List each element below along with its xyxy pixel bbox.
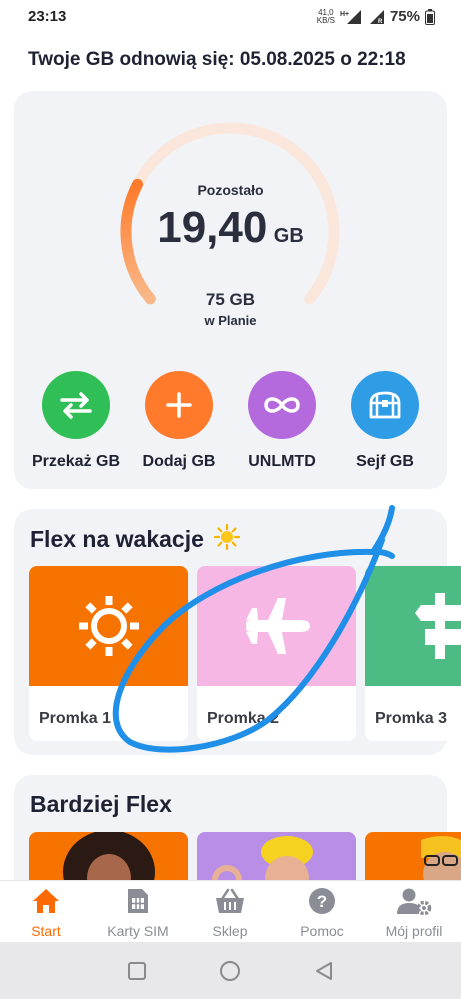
nav-start-label: Start <box>31 923 61 939</box>
network-speed-unit: KB/S <box>316 15 335 25</box>
gb-safe-label: Sejf GB <box>356 453 414 470</box>
nav-shop-label: Sklep <box>212 923 248 939</box>
network-speed: 41,0 KB/S <box>316 8 335 25</box>
nav-my-profile[interactable]: Mój profil <box>368 887 460 939</box>
nav-my-profile-label: Mój profil <box>385 923 443 939</box>
nav-start[interactable]: Start <box>0 887 92 939</box>
nav-shop[interactable]: Sklep <box>184 887 276 939</box>
plan-value: 75 GB <box>205 290 256 309</box>
bottom-navigation: Start Karty SIM Sklep ? Pomoc Mój profil <box>0 880 461 943</box>
plan-label: w Planie <box>204 313 257 328</box>
flex-vacation-title: Flex na wakacje <box>30 523 241 553</box>
promo-1-label: Promka 1 <box>39 710 112 727</box>
user-settings-icon <box>397 888 432 916</box>
add-gb-label: Dodaj GB <box>142 453 216 470</box>
transfer-gb-button[interactable]: Przekaż GB <box>21 371 131 471</box>
sim-card-icon <box>128 889 148 913</box>
transfer-arrows-icon <box>60 392 92 419</box>
nav-help[interactable]: ? Pomoc <box>276 887 368 939</box>
signal-h-plus-icon: H+ <box>340 9 361 24</box>
basket-icon <box>216 888 244 913</box>
status-bar: 23:13 41,0 KB/S H+ R 75% <box>0 0 461 34</box>
unlmtd-circle <box>248 371 316 439</box>
sun-emoji-icon <box>214 523 241 551</box>
remaining-label: Pozostało <box>197 182 264 198</box>
infinity-icon <box>264 397 300 413</box>
plus-icon <box>166 392 192 418</box>
gb-safe-circle <box>351 371 419 439</box>
unlmtd-button[interactable]: UNLMTD <box>227 371 337 471</box>
unlmtd-label: UNLMTD <box>248 453 316 470</box>
flex-vacation-title-text: Flex na wakacje <box>30 526 204 552</box>
system-nav-bar <box>0 942 461 999</box>
promo-3-image <box>365 566 461 686</box>
promo-card-1[interactable]: Promka 1 <box>29 566 188 741</box>
gb-renewal-text: Twoje GB odnowią się: 05.08.2025 o 22:18 <box>28 49 406 70</box>
remaining-unit: GB <box>273 225 304 247</box>
help-icon: ? <box>309 888 335 914</box>
gb-safe-button[interactable]: Sejf GB <box>330 371 440 471</box>
promo-3-label: Promka 3 <box>375 710 448 727</box>
back-icon[interactable] <box>314 961 334 981</box>
sun-icon <box>78 596 139 656</box>
recent-apps-icon[interactable] <box>127 961 147 981</box>
nav-help-label: Pomoc <box>300 923 344 939</box>
home-icon <box>33 889 59 913</box>
transfer-gb-circle <box>42 371 110 439</box>
signal-icon: R <box>369 9 384 25</box>
remaining-amount: 19,40 GB <box>0 203 461 253</box>
promo-2-image <box>197 566 356 686</box>
promo-1-image <box>29 566 188 686</box>
status-icons: 41,0 KB/S H+ R 75% <box>317 8 435 25</box>
battery-percent: 75% <box>389 8 420 25</box>
promo-2-label: Promka 2 <box>207 710 280 727</box>
add-gb-button[interactable]: Dodaj GB <box>124 371 234 471</box>
airplane-icon <box>245 598 310 654</box>
status-time: 23:13 <box>28 8 67 25</box>
svg-text:R: R <box>378 19 383 25</box>
promo-card-3[interactable]: Promka 3 <box>365 566 461 741</box>
promo-card-2[interactable]: Promka 2 <box>197 566 356 741</box>
home-circle-icon[interactable] <box>219 960 241 982</box>
remaining-value: 19,40 <box>157 203 268 252</box>
nav-sim-cards[interactable]: Karty SIM <box>92 887 184 939</box>
svg-text:H+: H+ <box>340 11 349 18</box>
battery-icon <box>425 8 435 25</box>
more-flex-title: Bardziej Flex <box>30 791 172 817</box>
add-gb-circle <box>145 371 213 439</box>
transfer-gb-label: Przekaż GB <box>31 453 121 470</box>
svg-text:?: ? <box>317 892 327 911</box>
signpost-icon <box>415 593 461 659</box>
nav-sim-cards-label: Karty SIM <box>107 923 169 939</box>
treasure-chest-icon <box>369 391 401 419</box>
